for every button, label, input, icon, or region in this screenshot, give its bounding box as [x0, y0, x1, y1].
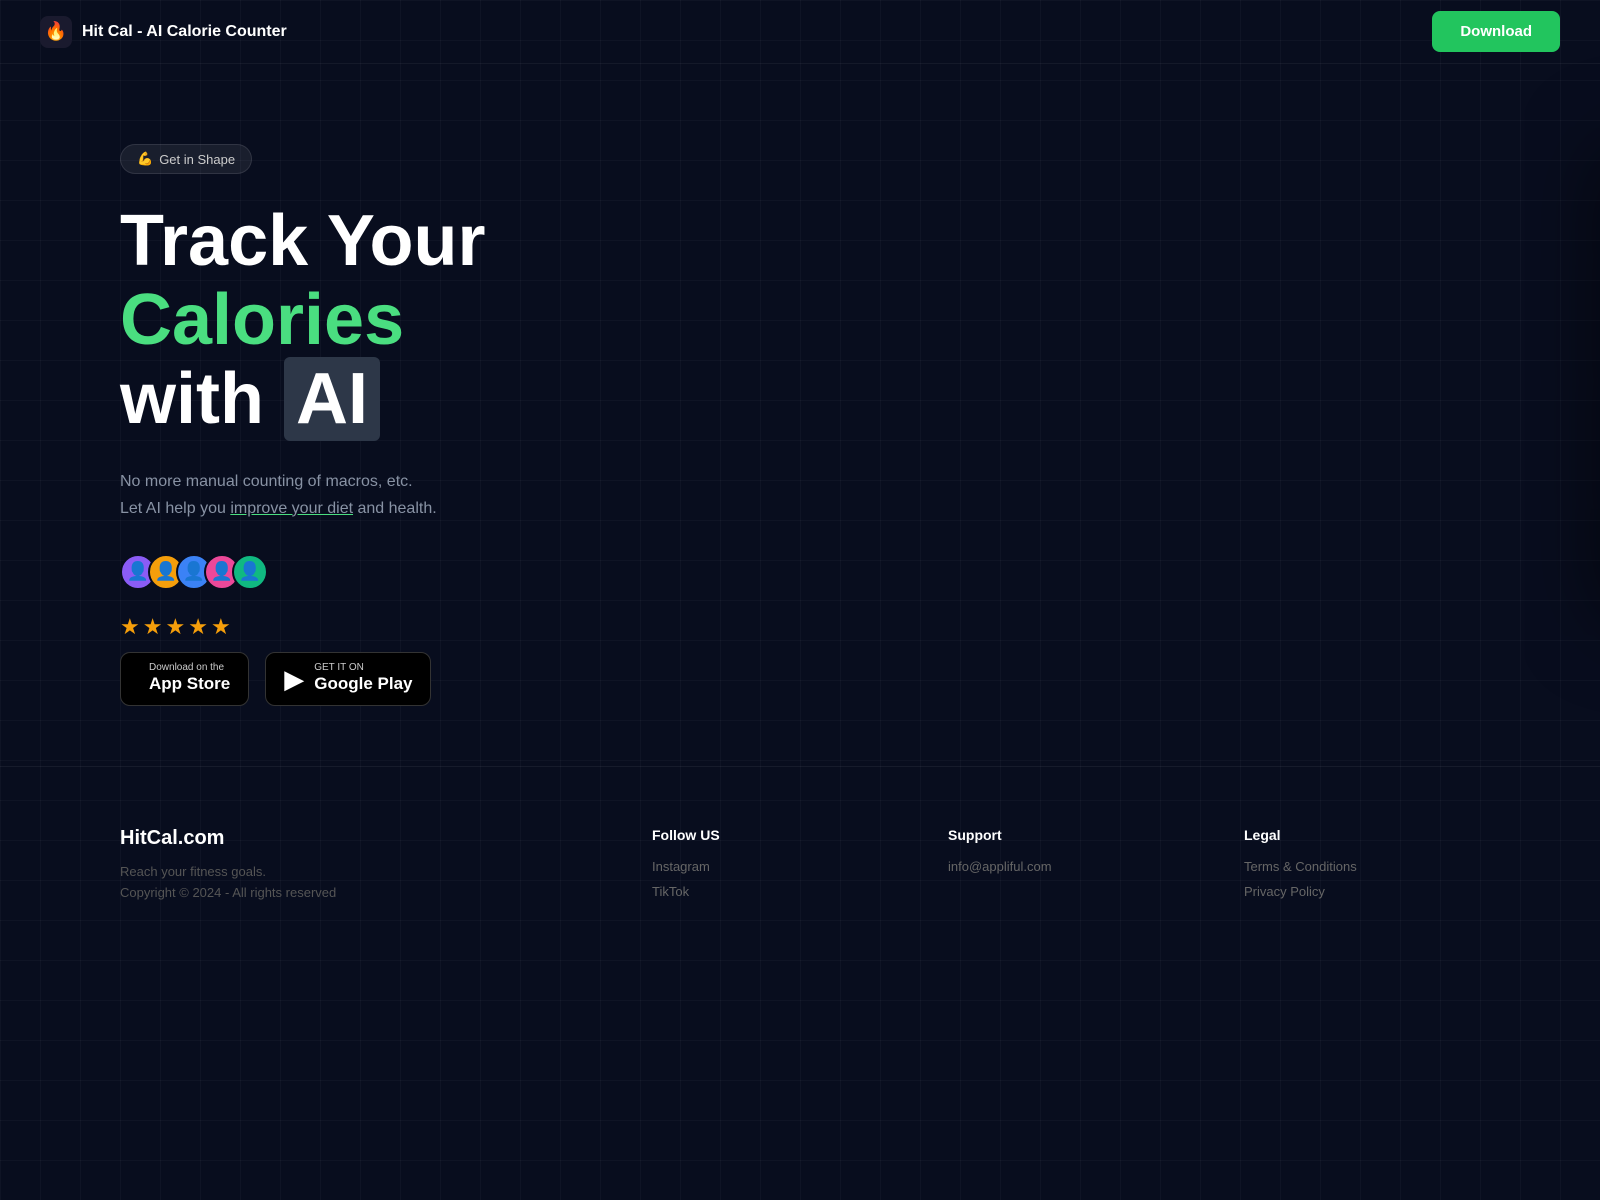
hero-content: 💪 Get in Shape Track Your Calories with …: [120, 124, 680, 706]
star-4: ★: [188, 614, 208, 640]
title-line1: Track Your: [120, 202, 680, 281]
navbar: 🔥 Hit Cal - AI Calorie Counter Download: [0, 0, 1600, 64]
star-2: ★: [143, 614, 163, 640]
googleplay-button[interactable]: ▶ GET IT ON Google Play: [265, 652, 431, 706]
terms-link[interactable]: Terms & Conditions: [1244, 859, 1480, 874]
googleplay-main: Google Play: [314, 673, 412, 695]
tiktok-link[interactable]: TikTok: [652, 884, 888, 899]
footer-support-col: Support info@appliful.com: [948, 827, 1184, 909]
footer-legal-col: Legal Terms & Conditions Privacy Policy: [1244, 827, 1480, 909]
logo-text: Hit Cal - AI Calorie Counter: [82, 23, 287, 41]
phone-mockups: 09:26: [680, 124, 1480, 704]
logo-icon: 🔥: [40, 16, 72, 48]
footer-follow-col: Follow US Instagram TikTok: [652, 827, 888, 909]
legal-heading: Legal: [1244, 827, 1480, 843]
email-link[interactable]: info@appliful.com: [948, 859, 1184, 874]
nav-logo: 🔥 Hit Cal - AI Calorie Counter: [40, 16, 287, 48]
star-rating: ★ ★ ★ ★ ★: [120, 614, 680, 640]
title-line3: with AI: [120, 360, 680, 439]
hero-section: 💪 Get in Shape Track Your Calories with …: [0, 64, 1600, 706]
googleplay-icon: ▶: [284, 666, 304, 692]
googleplay-sub: GET IT ON: [314, 663, 412, 673]
star-1: ★: [120, 614, 140, 640]
hero-subtitle: No more manual counting of macros, etc. …: [120, 468, 680, 522]
social-proof: 👤 👤 👤 👤 👤: [120, 554, 680, 590]
footer-brand-col: HitCal.com Reach your fitness goals. Cop…: [120, 827, 592, 909]
footer-grid: HitCal.com Reach your fitness goals. Cop…: [120, 827, 1480, 909]
footer: HitCal.com Reach your fitness goals. Cop…: [0, 766, 1600, 949]
star-5: ★: [211, 614, 231, 640]
follow-heading: Follow US: [652, 827, 888, 843]
badge-icon: 💪: [137, 151, 153, 167]
footer-brand: HitCal.com: [120, 827, 592, 850]
instagram-link[interactable]: Instagram: [652, 859, 888, 874]
avatar: 👤: [232, 554, 268, 590]
badge: 💪 Get in Shape: [120, 144, 252, 174]
support-heading: Support: [948, 827, 1184, 843]
badge-text: Get in Shape: [159, 152, 235, 167]
download-button[interactable]: Download: [1432, 11, 1560, 52]
star-3: ★: [165, 614, 185, 640]
appstore-sub: Download on the: [149, 663, 230, 673]
appstore-main: App Store: [149, 673, 230, 695]
footer-tagline: Reach your fitness goals. Copyright © 20…: [120, 862, 592, 904]
subtitle-line2: Let AI help you improve your diet and he…: [120, 500, 437, 517]
ai-highlight: AI: [284, 357, 380, 441]
appstore-button[interactable]: Download on the App Store: [120, 652, 249, 706]
title-line2: Calories: [120, 281, 680, 360]
privacy-link[interactable]: Privacy Policy: [1244, 884, 1480, 899]
app-buttons: Download on the App Store ▶ GET IT ON Go…: [120, 652, 680, 706]
avatars: 👤 👤 👤 👤 👤: [120, 554, 268, 590]
hero-title: Track Your Calories with AI: [120, 202, 680, 440]
